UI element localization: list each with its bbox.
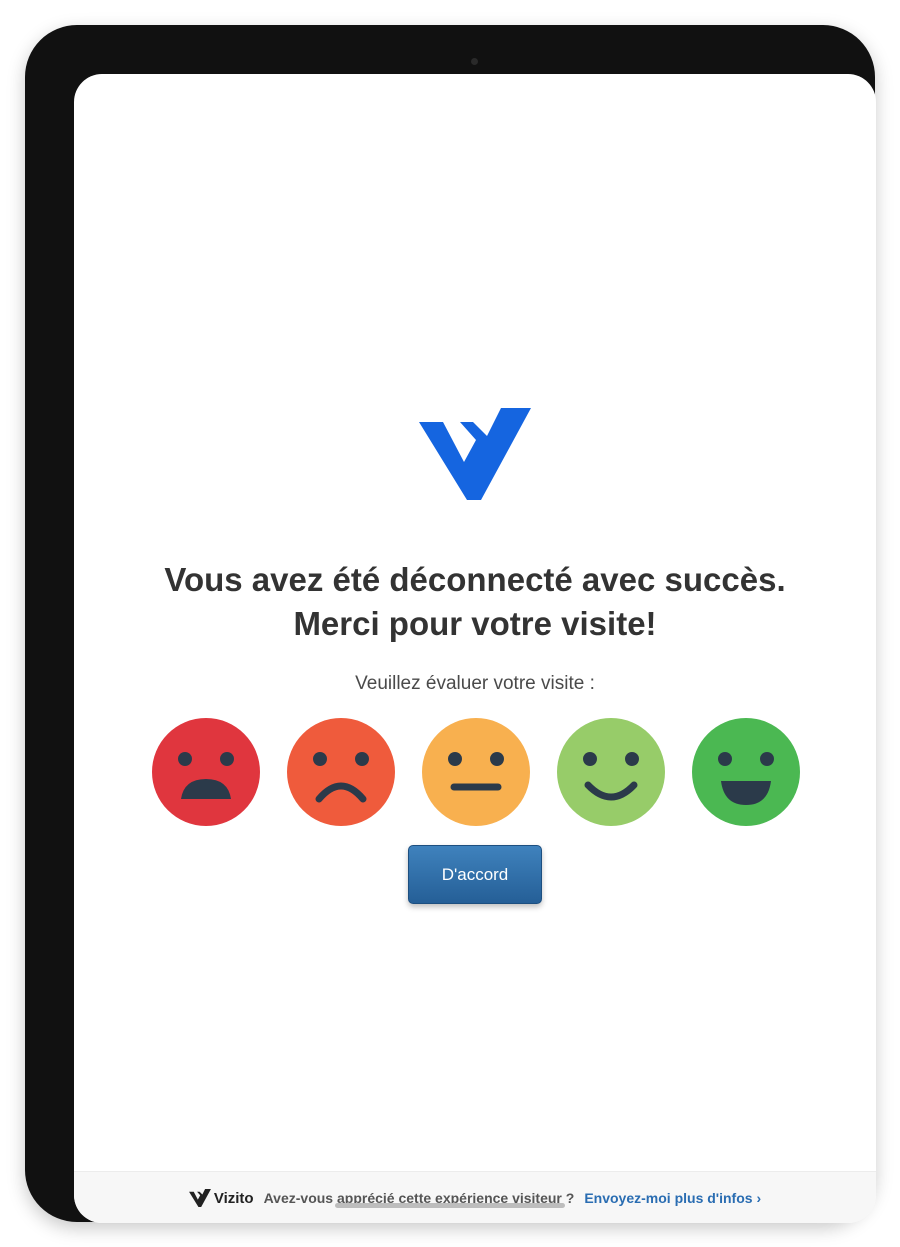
ok-button[interactable]: D'accord [408,845,542,904]
vizito-small-logo-icon [188,1189,211,1207]
rating-option-2[interactable] [286,717,396,827]
title-line-2: Merci pour votre visite! [293,605,657,642]
page-title: Vous avez été déconnecté avec succès. Me… [74,558,876,646]
smiling-face-icon [557,718,665,826]
rating-scale [151,717,801,827]
more-info-link[interactable]: Envoyez-moi plus d'infos › [584,1190,761,1206]
rating-option-4[interactable] [556,717,666,827]
footer-brand: Vizito [188,1189,254,1207]
footer-brand-name: Vizito [213,1189,254,1207]
camera-dot [471,58,478,65]
rating-option-5[interactable] [691,717,801,827]
sad-face-icon [287,718,395,826]
tablet-frame: Vous avez été déconnecté avec succès. Me… [25,25,876,1223]
rating-option-1[interactable] [151,717,261,827]
very-unhappy-face-icon [152,718,260,826]
rating-prompt: Veuillez évaluer votre visite : [355,673,595,694]
rating-option-3[interactable] [421,717,531,827]
neutral-face-icon [422,718,530,826]
vizito-logo-icon [419,408,531,500]
stage: Vous avez été déconnecté avec succès. Me… [0,0,900,1247]
title-line-1: Vous avez été déconnecté avec succès. [164,561,786,598]
home-indicator [335,1203,565,1208]
screen: Vous avez été déconnecté avec succès. Me… [74,74,876,1223]
grinning-face-icon [692,718,800,826]
footer-bar: Vizito Avez-vous apprécié cette expérien… [74,1171,876,1223]
